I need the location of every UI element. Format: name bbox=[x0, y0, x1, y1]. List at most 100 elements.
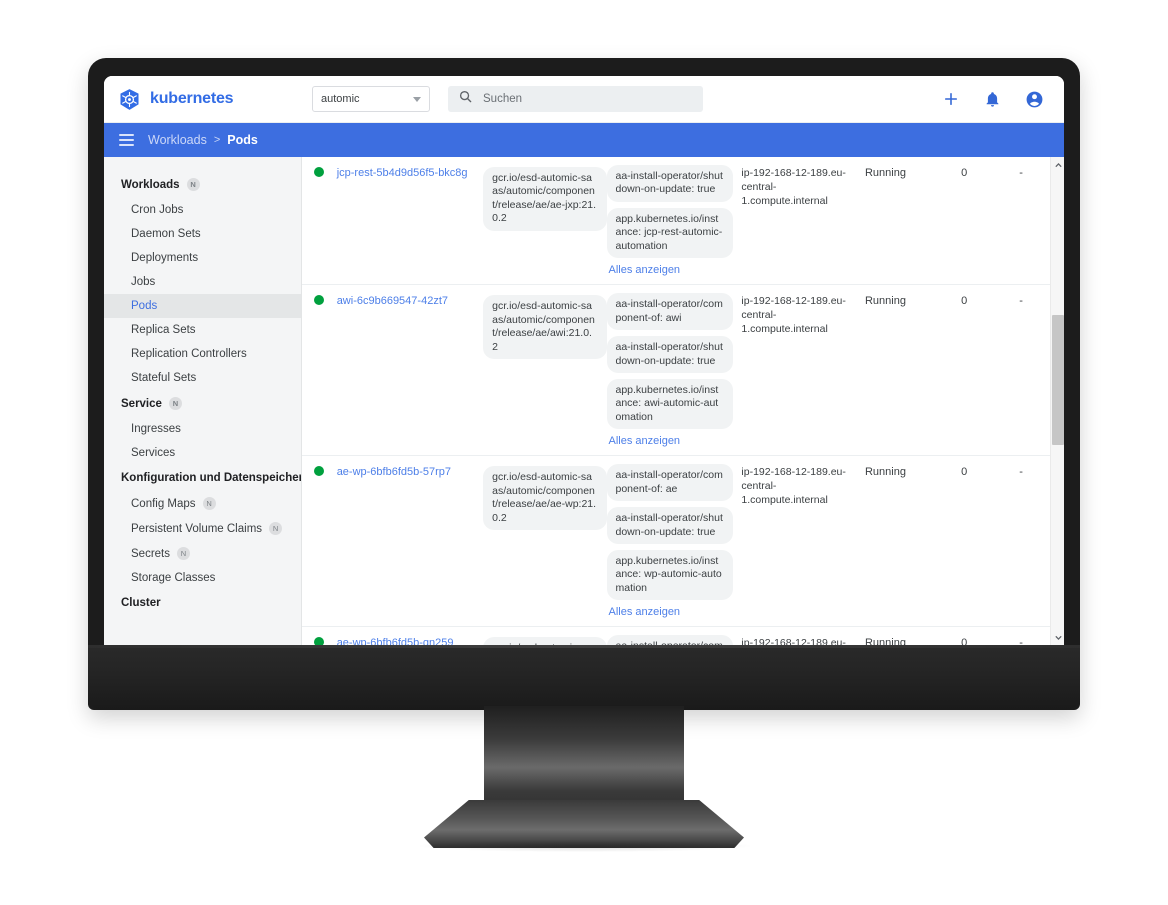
topbar-actions bbox=[942, 90, 1044, 109]
account-circle-icon[interactable] bbox=[1025, 90, 1044, 109]
sidebar-item-label: Pods bbox=[131, 300, 158, 312]
image-chip: gcr.io/esd-automic-saas/automic/componen… bbox=[483, 167, 607, 231]
show-all-labels-link[interactable]: Alles anzeigen bbox=[607, 435, 742, 447]
sidebar-item-ingresses[interactable]: Ingresses bbox=[104, 417, 301, 441]
pod-cpu-cell: - bbox=[1019, 466, 1023, 479]
pod-name-link[interactable]: ae-wp-6bfb6fd5b-qn259 bbox=[337, 637, 454, 645]
brand[interactable]: kubernetes bbox=[118, 88, 308, 111]
hamburger-line bbox=[119, 134, 134, 136]
pod-state-cell: Running bbox=[864, 167, 906, 179]
sidebar-item-jobs[interactable]: Jobs bbox=[104, 270, 301, 294]
pod-state-cell: Running bbox=[864, 295, 906, 308]
pod-name-link[interactable]: ae-wp-6bfb6fd5b-57rp7 bbox=[337, 466, 451, 478]
image-chip: gcr.io/esd-automic-saas/automic/componen… bbox=[483, 295, 607, 359]
hamburger-menu-icon[interactable] bbox=[119, 134, 134, 146]
pod-cpu-cell: - bbox=[1019, 637, 1023, 645]
status-running-dot bbox=[314, 167, 325, 177]
kubernetes-helm-icon bbox=[118, 88, 141, 111]
vertical-scrollbar[interactable] bbox=[1050, 157, 1064, 645]
pod-name-link[interactable]: jcp-rest-5b4d9d56f5-bkc8g bbox=[337, 167, 468, 179]
sidebar-group-label: Service bbox=[121, 397, 162, 410]
sidebar-group-title: Cluster bbox=[104, 590, 301, 616]
sidebar-group-title: Service N bbox=[104, 390, 301, 417]
pod-state-cell: Running bbox=[864, 637, 906, 645]
sidebar-item-label: Ingresses bbox=[131, 423, 181, 435]
namespaced-badge: N bbox=[186, 178, 200, 191]
sidebar-item-secrets[interactable]: Secrets N bbox=[104, 541, 301, 566]
pod-labels-cell: aa-install-operator/component-of: aeaa-i… bbox=[606, 635, 742, 645]
sidebar-item-cron-jobs[interactable]: Cron Jobs bbox=[104, 198, 301, 222]
pod-restarts-cell: 0 bbox=[961, 637, 968, 645]
hamburger-line bbox=[119, 139, 134, 141]
sidebar-group-label: Workloads bbox=[121, 178, 180, 191]
workspace: Workloads N Cron Jobs Daemon Sets Deployment… bbox=[104, 157, 1064, 645]
chevron-down-icon[interactable] bbox=[1051, 630, 1064, 644]
sidebar-group-label: Cluster bbox=[121, 597, 161, 609]
monitor-scene: kubernetes automic Suchen Workloads > Po… bbox=[0, 0, 1168, 905]
pod-name-cell: awi-6c9b669547-42zt7 bbox=[337, 293, 483, 447]
pods-table-panel: jcp-rest-5b4d9d56f5-bkc8g gcr.io/esd-auto… bbox=[302, 157, 1064, 645]
pod-node-cell: ip-192-168-12-189.eu-central-1.compute.i… bbox=[741, 466, 846, 506]
screen-content: kubernetes automic Suchen Workloads > Po… bbox=[104, 76, 1064, 645]
monitor-chin bbox=[88, 645, 1080, 710]
pod-name-cell: ae-wp-6bfb6fd5b-qn259 bbox=[337, 635, 483, 645]
namespaced-badge: N bbox=[177, 547, 190, 560]
image-chip: gcr.io/esd-automic-saas/automic/componen… bbox=[483, 637, 607, 645]
sidebar-group-label: Konfiguration und Datenspeicherung bbox=[121, 472, 301, 484]
table-row[interactable]: ae-wp-6bfb6fd5b-57rp7 gcr.io/esd-automic-… bbox=[302, 456, 1050, 628]
bell-icon[interactable] bbox=[984, 91, 1001, 108]
scrollbar-thumb[interactable] bbox=[1052, 315, 1064, 445]
plus-icon[interactable] bbox=[942, 90, 960, 108]
search-input[interactable]: Suchen bbox=[448, 86, 703, 112]
chevron-up-icon[interactable] bbox=[1051, 158, 1064, 172]
show-all-labels-link[interactable]: Alles anzeigen bbox=[607, 264, 742, 276]
namespaced-badge: N bbox=[269, 522, 283, 535]
label-chip: app.kubernetes.io/instance: wp-automic-a… bbox=[606, 550, 733, 601]
sidebar-item-label: Jobs bbox=[131, 276, 156, 288]
namespaced-badge: N bbox=[168, 397, 182, 410]
pod-labels-cell: aa-install-operator/component-of: aeaa-i… bbox=[606, 464, 742, 618]
sidebar-item-label: Replica Sets bbox=[131, 324, 196, 336]
sidebar-item-replication-controllers[interactable]: Replication Controllers bbox=[104, 342, 301, 366]
sidebar-item-label: Persistent Volume Claims bbox=[131, 522, 263, 535]
table-row[interactable]: jcp-rest-5b4d9d56f5-bkc8g gcr.io/esd-auto… bbox=[302, 157, 1050, 286]
sidebar-item-daemon-sets[interactable]: Daemon Sets bbox=[104, 222, 301, 246]
pod-node-cell: ip-192-168-12-189.eu-central-1.compute.i… bbox=[741, 295, 846, 335]
sidebar-item-label: Replication Controllers bbox=[131, 348, 247, 360]
sidebar: Workloads N Cron Jobs Daemon Sets Deployment… bbox=[104, 157, 302, 645]
pod-restarts-cell: 0 bbox=[961, 466, 968, 479]
label-chip: aa-install-operator/shutdown-on-update: … bbox=[606, 336, 733, 373]
breadcrumb-separator: > bbox=[213, 134, 221, 146]
sidebar-item-stateful-sets[interactable]: Stateful Sets bbox=[104, 366, 301, 390]
hamburger-line bbox=[119, 144, 134, 146]
status-running-dot bbox=[314, 295, 325, 306]
namespace-selector[interactable]: automic bbox=[312, 86, 430, 112]
pod-images-cell: gcr.io/esd-automic-saas/automic/componen… bbox=[483, 293, 607, 447]
sidebar-item-pods[interactable]: Pods bbox=[104, 294, 301, 318]
show-all-labels-link[interactable]: Alles anzeigen bbox=[607, 606, 742, 618]
pod-name-link[interactable]: awi-6c9b669547-42zt7 bbox=[337, 295, 448, 307]
status-running-dot bbox=[314, 637, 325, 645]
sidebar-item-config-maps[interactable]: Config Maps N bbox=[104, 491, 301, 516]
pod-state-cell: Running bbox=[864, 466, 906, 479]
top-bar: kubernetes automic Suchen bbox=[104, 76, 1064, 123]
sidebar-item-services[interactable]: Services bbox=[104, 441, 301, 465]
table-row[interactable]: ae-wp-6bfb6fd5b-qn259 gcr.io/esd-automic-… bbox=[302, 627, 1050, 645]
label-chip: aa-install-operator/component-of: ae bbox=[606, 464, 733, 502]
sidebar-item-storage-classes[interactable]: Storage Classes bbox=[104, 566, 301, 590]
pod-status-cell bbox=[302, 635, 337, 645]
sidebar-item-label: Cron Jobs bbox=[131, 204, 184, 216]
breadcrumb-parent[interactable]: Workloads bbox=[148, 133, 207, 147]
sidebar-item-deployments[interactable]: Deployments bbox=[104, 246, 301, 270]
table-row[interactable]: awi-6c9b669547-42zt7 gcr.io/esd-automic-s… bbox=[302, 285, 1050, 457]
breadcrumb-bar: Workloads > Pods bbox=[104, 123, 1064, 157]
sidebar-item-persistent-volume-claims[interactable]: Persistent Volume Claims N bbox=[104, 516, 301, 541]
pod-restarts-cell: 0 bbox=[961, 295, 968, 308]
pod-restarts-cell: 0 bbox=[961, 167, 968, 179]
sidebar-item-replica-sets[interactable]: Replica Sets bbox=[104, 318, 301, 342]
label-chip: aa-install-operator/component-of: awi bbox=[606, 293, 733, 331]
search-icon bbox=[458, 89, 473, 109]
brand-name: kubernetes bbox=[150, 90, 234, 107]
sidebar-item-label: Config Maps bbox=[131, 497, 196, 510]
sidebar-group-title: Workloads N bbox=[104, 171, 301, 198]
